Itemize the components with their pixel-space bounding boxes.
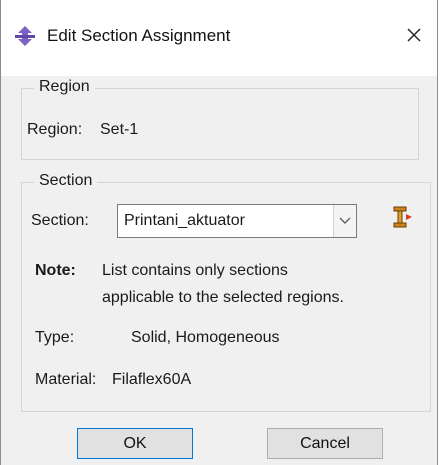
section-assignment-icon	[15, 26, 35, 46]
section-select[interactable]: Printani_aktuator	[117, 204, 357, 238]
section-label: Section:	[31, 212, 89, 229]
type-label: Type:	[35, 329, 75, 346]
edit-section-assignment-dialog: Edit Section Assignment Region Region: S…	[0, 0, 438, 465]
material-label: Material:	[35, 371, 97, 388]
section-select-value: Printani_aktuator	[124, 212, 245, 229]
close-icon	[407, 28, 421, 42]
ok-button[interactable]: OK	[77, 428, 193, 459]
section-select-arrow[interactable]	[333, 205, 356, 237]
material-value: Filaflex60A	[112, 371, 192, 388]
note-label: Note:	[35, 262, 76, 279]
note-text-line-1: List contains only sections	[102, 262, 288, 279]
region-label: Region:	[27, 121, 83, 138]
type-value: Solid, Homogeneous	[131, 329, 280, 346]
create-section-icon[interactable]	[389, 205, 413, 231]
note-text-line-2: applicable to the selected regions.	[102, 289, 344, 306]
region-group-legend: Region	[34, 78, 95, 96]
dialog-title: Edit Section Assignment	[47, 26, 231, 45]
region-value: Set-1	[100, 121, 139, 138]
title-bar: Edit Section Assignment	[1, 0, 437, 76]
close-button[interactable]	[391, 14, 437, 56]
section-group-legend: Section	[34, 172, 98, 190]
chevron-down-icon	[339, 217, 351, 224]
cancel-button[interactable]: Cancel	[267, 428, 383, 459]
